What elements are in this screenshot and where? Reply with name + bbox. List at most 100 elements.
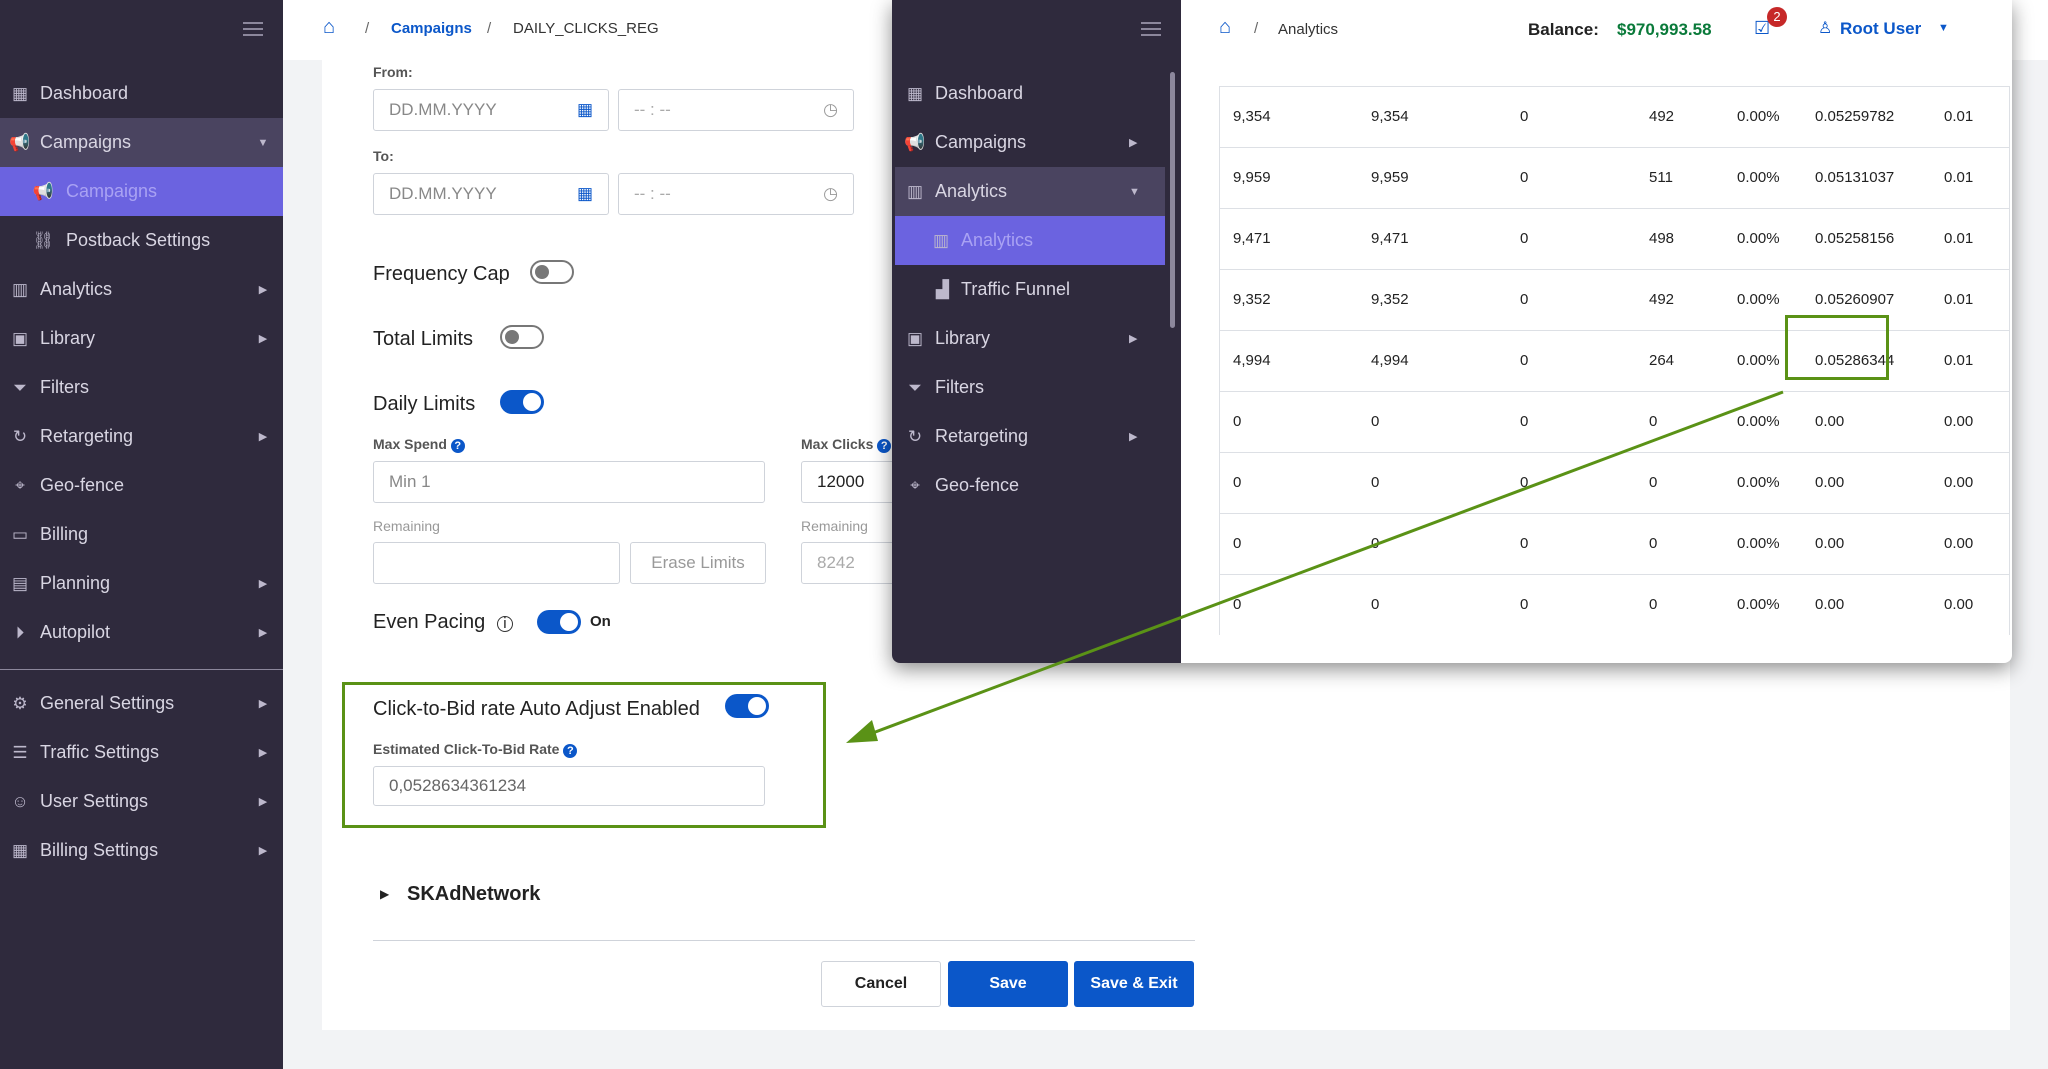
from-date-input[interactable]: DD.MM.YYYY ▦ <box>373 89 609 131</box>
skadnetwork-section[interactable]: SKAdNetwork <box>407 883 540 906</box>
sidebar-subitem-analytics[interactable]: ▥ Analytics <box>895 216 1165 265</box>
clock-icon[interactable]: ◷ <box>823 184 838 204</box>
sidebar-item-filters[interactable]: ⏷ Filters <box>895 363 1165 412</box>
ctb-estimate-label: Estimated Click-To-Bid Rate ? <box>373 741 578 758</box>
play-icon: ⏵ <box>15 622 25 642</box>
gear-icon: ⚙ <box>12 693 28 713</box>
sidebar-item-general-settings[interactable]: ⚙ General Settings ▶ <box>0 679 283 728</box>
caret-right-icon: ▶ <box>1129 137 1138 149</box>
chart-icon: ▥ <box>11 279 29 299</box>
sidebar-subitem-postback-settings[interactable]: ⛓ Postback Settings <box>0 216 283 265</box>
info-icon[interactable]: i <box>496 616 513 632</box>
cancel-button[interactable]: Cancel <box>821 961 941 1007</box>
sidebar-item-dashboard[interactable]: ▦ Dashboard <box>0 69 283 118</box>
sidebar-item-analytics[interactable]: ▥ Analytics ▼ <box>895 167 1165 216</box>
sidebar-item-traffic-settings[interactable]: ☰ Traffic Settings ▶ <box>0 728 283 777</box>
sidebar-scrollbar[interactable] <box>1170 72 1175 328</box>
sidebar-subitem-campaigns[interactable]: 📢 Campaigns <box>0 167 283 216</box>
sidebar-item-library[interactable]: ▣ Library ▶ <box>0 314 283 363</box>
table-cell: 9,352 <box>1371 291 1409 308</box>
ctb-auto-adjust-toggle[interactable] <box>725 694 769 718</box>
from-label: From: <box>373 64 413 80</box>
from-time-input[interactable]: -- : -- ◷ <box>618 89 854 131</box>
analytics-table: 9,354 9,354 0 492 0.00% 0.05259782 0.01 9,959 9,… <box>1219 86 2010 635</box>
even-pacing-toggle[interactable] <box>537 610 581 634</box>
sidebar-item-analytics[interactable]: ▥ Analytics ▶ <box>0 265 283 314</box>
calendar-icon[interactable]: ▦ <box>577 184 593 204</box>
sidebar-item-user-settings[interactable]: ☺ User Settings ▶ <box>0 777 283 826</box>
table-cell: 511 <box>1649 169 1673 186</box>
breadcrumb-separator: / <box>365 20 370 37</box>
dashboard-icon: ▦ <box>906 83 924 103</box>
breadcrumb-campaigns-link[interactable]: Campaigns <box>391 20 472 37</box>
to-date-input[interactable]: DD.MM.YYYY ▦ <box>373 173 609 215</box>
even-pacing-label: Even Pacing i <box>373 611 513 634</box>
daily-limits-toggle[interactable] <box>500 390 544 414</box>
calendar-icon[interactable]: ▦ <box>577 100 593 120</box>
ctb-estimate-input[interactable]: 0,0528634361234 <box>373 766 765 806</box>
table-cell: 0.05260907 <box>1815 291 1895 308</box>
user-menu[interactable]: Root User <box>1840 19 1921 39</box>
sidebar-item-geo-fence[interactable]: ⌖ Geo-fence <box>895 461 1165 510</box>
table-row: 0 0 0 0 0.00% 0.00 0.00 <box>1220 391 2009 452</box>
sidebar-item-geo-fence[interactable]: ⌖ Geo-fence <box>0 461 283 510</box>
to-time-input[interactable]: -- : -- ◷ <box>618 173 854 215</box>
table-cell: 0 <box>1520 352 1529 369</box>
sidebar-item-autopilot[interactable]: ⏵ Autopilot ▶ <box>0 608 283 657</box>
sidebar-item-library[interactable]: ▣ Library ▶ <box>895 314 1165 363</box>
pin-icon: ⌖ <box>910 475 920 495</box>
table-cell: 0 <box>1649 535 1658 552</box>
table-row: 0 0 0 0 0.00% 0.00 0.00 <box>1220 452 2009 513</box>
table-row: 9,354 9,354 0 492 0.00% 0.05259782 0.01 <box>1220 86 2009 147</box>
table-cell: 0.01 <box>1944 108 1974 125</box>
caret-right-icon[interactable]: ▶ <box>380 887 389 901</box>
sidebar: ▦ Dashboard 📢 Campaigns ▼ 📢 Campaigns ⛓ Postb… <box>0 0 283 1069</box>
help-icon[interactable]: ? <box>877 439 892 453</box>
caret-down-icon[interactable]: ▼ <box>1938 22 1949 34</box>
caret-down-icon: ▼ <box>1129 185 1140 198</box>
home-icon[interactable]: ⌂ <box>323 16 335 39</box>
save-button[interactable]: Save <box>948 961 1068 1007</box>
home-icon[interactable]: ⌂ <box>1219 16 1231 39</box>
table-cell: 4,994 <box>1233 352 1271 369</box>
max-spend-input[interactable]: Min 1 <box>373 461 765 503</box>
sidebar-item-retargeting[interactable]: ↻ Retargeting ▶ <box>0 412 283 461</box>
sidebar-item-campaigns[interactable]: 📢 Campaigns ▶ <box>895 118 1165 167</box>
table-cell: 0 <box>1520 108 1529 125</box>
megaphone-icon: 📢 <box>32 181 54 201</box>
sidebar-item-planning[interactable]: ▤ Planning ▶ <box>0 559 283 608</box>
help-icon[interactable]: ? <box>450 439 465 453</box>
frequency-cap-toggle[interactable] <box>530 260 574 284</box>
sidebar-divider <box>0 669 283 670</box>
help-icon[interactable]: ? <box>563 744 578 758</box>
caret-right-icon: ▶ <box>1129 333 1138 345</box>
tasks-badge: 2 <box>1767 7 1787 27</box>
filter-icon: ⏷ <box>13 377 27 397</box>
table-cell: 0 <box>1371 474 1380 491</box>
sidebar-item-billing-settings[interactable]: ▦ Billing Settings ▶ <box>0 826 283 875</box>
caret-right-icon: ▶ <box>258 284 268 296</box>
sidebar-item-filters[interactable]: ⏷ Filters <box>0 363 283 412</box>
menu-toggle-icon[interactable] <box>1141 22 1161 36</box>
breadcrumb-current: Analytics <box>1278 21 1339 38</box>
sidebar-item-dashboard[interactable]: ▦ Dashboard <box>895 69 1165 118</box>
caret-right-icon: ▶ <box>1129 431 1138 443</box>
table-row: 9,471 9,471 0 498 0.00% 0.05258156 0.01 <box>1220 208 2009 269</box>
user-icon[interactable]: ♙ <box>1818 18 1832 38</box>
frequency-cap-label: Frequency Cap <box>373 263 510 285</box>
sidebar-item-campaigns[interactable]: 📢 Campaigns ▼ <box>0 118 283 167</box>
library-icon: ▣ <box>906 328 924 348</box>
analytics-window: ▦ Dashboard 📢 Campaigns ▶ ▥ Analytics ▼ ▥ Anal… <box>892 0 2012 663</box>
sidebar-subitem-traffic-funnel[interactable]: ▟ Traffic Funnel <box>895 265 1165 314</box>
ctb-auto-adjust-label: Click-to-Bid rate Auto Adjust Enabled <box>373 698 700 720</box>
total-limits-label: Total Limits <box>373 328 474 350</box>
table-cell: 0 <box>1371 413 1380 430</box>
save-exit-button[interactable]: Save & Exit <box>1074 961 1194 1007</box>
menu-toggle-icon[interactable] <box>243 22 263 36</box>
clock-icon[interactable]: ◷ <box>823 100 838 120</box>
total-limits-toggle[interactable] <box>500 325 544 349</box>
table-cell: 498 <box>1649 230 1675 247</box>
sidebar-item-retargeting[interactable]: ↻ Retargeting ▶ <box>895 412 1165 461</box>
sidebar-item-billing[interactable]: ▭ Billing <box>0 510 283 559</box>
erase-limits-button[interactable]: Erase Limits <box>630 542 766 584</box>
